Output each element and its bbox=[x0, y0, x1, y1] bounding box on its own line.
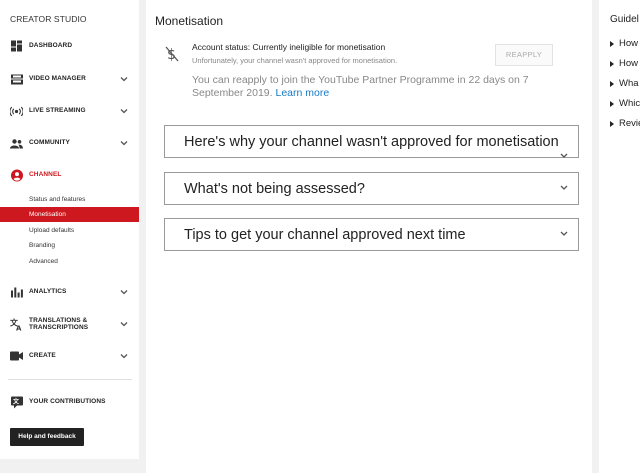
sidebar-item-label: TRANSLATIONS & TRANSCRIPTIONS bbox=[29, 316, 89, 332]
triangle-right-icon bbox=[610, 100, 614, 107]
sidebar-item-translations[interactable]: 文A TRANSLATIONS & TRANSCRIPTIONS bbox=[0, 314, 139, 334]
triangle-right-icon bbox=[610, 60, 614, 67]
guideline-link[interactable]: How bbox=[610, 38, 638, 49]
accordion-why-not-approved[interactable]: Here's why your channel wasn't approved … bbox=[164, 125, 579, 158]
reapply-info: You can reapply to join the YouTube Part… bbox=[192, 74, 582, 100]
chevron-down-icon[interactable] bbox=[119, 138, 129, 148]
sidebar-item-channel[interactable]: CHANNEL bbox=[0, 165, 139, 185]
sidebar-subitem-branding[interactable]: Branding bbox=[0, 238, 139, 253]
sidebar-item-video-manager[interactable]: VIDEO MANAGER bbox=[0, 69, 139, 89]
reapply-info-text: You can reapply to join the YouTube Part… bbox=[192, 74, 529, 99]
guidelines-panel: Guidel How How Wha Whic Revie bbox=[599, 0, 640, 473]
guideline-link-label: Revie bbox=[619, 118, 640, 129]
sidebar-item-label: YOUR CONTRIBUTIONS bbox=[29, 398, 106, 406]
accordion-label: Here's why your channel wasn't approved … bbox=[184, 134, 559, 150]
sidebar-subitem-advanced[interactable]: Advanced bbox=[0, 254, 139, 269]
accordion-label: What's not being assessed? bbox=[184, 181, 365, 197]
sidebar-item-analytics[interactable]: ANALYTICS bbox=[0, 282, 139, 302]
sidebar-item-label: DASHBOARD bbox=[29, 42, 73, 50]
help-and-feedback-button[interactable]: Help and feedback bbox=[10, 428, 84, 446]
accordion-not-assessed[interactable]: What's not being assessed? bbox=[164, 172, 579, 205]
sidebar-item-label: CREATE bbox=[29, 352, 56, 360]
chevron-down-icon bbox=[560, 231, 568, 236]
accordion-tips[interactable]: Tips to get your channel approved next t… bbox=[164, 218, 579, 251]
guideline-link[interactable]: Wha bbox=[610, 78, 639, 89]
svg-text:文: 文 bbox=[12, 397, 20, 405]
community-icon bbox=[10, 137, 23, 150]
chevron-down-icon[interactable] bbox=[119, 351, 129, 361]
guideline-link[interactable]: How bbox=[610, 58, 638, 69]
guideline-link-label: How bbox=[619, 38, 639, 49]
guideline-link[interactable]: Whic bbox=[610, 98, 640, 109]
guidelines-title: Guidel bbox=[610, 14, 639, 25]
chevron-down-icon[interactable] bbox=[119, 106, 129, 116]
bar-chart-icon bbox=[10, 286, 23, 299]
account-status-title: Account status: Currently ineligible for… bbox=[192, 42, 386, 52]
sidebar-item-community[interactable]: COMMUNITY bbox=[0, 133, 139, 153]
translate-icon: 文A bbox=[10, 318, 23, 331]
sidebar-item-live-streaming[interactable]: LIVE STREAMING bbox=[0, 101, 139, 121]
contributions-icon: 文 bbox=[10, 396, 23, 409]
sidebar-item-label: CHANNEL bbox=[29, 171, 62, 179]
triangle-right-icon bbox=[610, 40, 614, 47]
main-content: Monetisation $ Account status: Currently… bbox=[146, 0, 592, 473]
sidebar-subitem-monetisation[interactable]: Monetisation bbox=[0, 207, 139, 222]
account-status-subtitle: Unfortunately, your channel wasn't appro… bbox=[192, 56, 398, 65]
sidebar-divider bbox=[8, 379, 132, 380]
sidebar-item-your-contributions[interactable]: 文 YOUR CONTRIBUTIONS bbox=[0, 392, 139, 412]
sidebar-subitem-upload-defaults[interactable]: Upload defaults bbox=[0, 223, 139, 238]
no-dollar-icon: $ bbox=[165, 46, 179, 63]
accordion-label: Tips to get your channel approved next t… bbox=[184, 227, 466, 243]
live-streaming-icon bbox=[10, 105, 23, 118]
guideline-link-label: Whic bbox=[619, 98, 640, 109]
chevron-down-icon[interactable] bbox=[119, 74, 129, 84]
chevron-down-icon bbox=[560, 185, 568, 190]
guideline-link[interactable]: Revie bbox=[610, 118, 640, 129]
learn-more-link[interactable]: Learn more bbox=[275, 87, 329, 99]
dashboard-icon bbox=[10, 40, 23, 53]
triangle-right-icon bbox=[610, 80, 614, 87]
svg-text:A: A bbox=[16, 324, 22, 330]
sidebar-subitem-status-and-features[interactable]: Status and features bbox=[0, 192, 139, 207]
sidebar-title: CREATOR STUDIO bbox=[10, 14, 87, 24]
reapply-button[interactable]: REAPPLY bbox=[495, 44, 553, 66]
sidebar-item-label: ANALYTICS bbox=[29, 288, 67, 296]
guideline-link-label: How bbox=[619, 58, 639, 69]
sidebar-item-label: LIVE STREAMING bbox=[29, 107, 86, 115]
chevron-down-icon[interactable] bbox=[119, 319, 129, 329]
sidebar-item-create[interactable]: CREATE bbox=[0, 346, 139, 366]
triangle-right-icon bbox=[610, 120, 614, 127]
video-manager-icon bbox=[10, 73, 23, 86]
chevron-down-icon[interactable] bbox=[119, 287, 129, 297]
sidebar-item-label: VIDEO MANAGER bbox=[29, 75, 86, 83]
sidebar: CREATOR STUDIO DASHBOARD VIDEO MANAGER L… bbox=[0, 0, 139, 459]
guideline-link-label: Wha bbox=[619, 78, 639, 89]
page-title: Monetisation bbox=[155, 14, 224, 28]
video-camera-icon bbox=[10, 350, 23, 363]
account-circle-icon bbox=[10, 169, 23, 182]
chevron-down-icon bbox=[560, 153, 568, 158]
sidebar-item-dashboard[interactable]: DASHBOARD bbox=[0, 36, 139, 56]
sidebar-item-label: COMMUNITY bbox=[29, 139, 70, 147]
